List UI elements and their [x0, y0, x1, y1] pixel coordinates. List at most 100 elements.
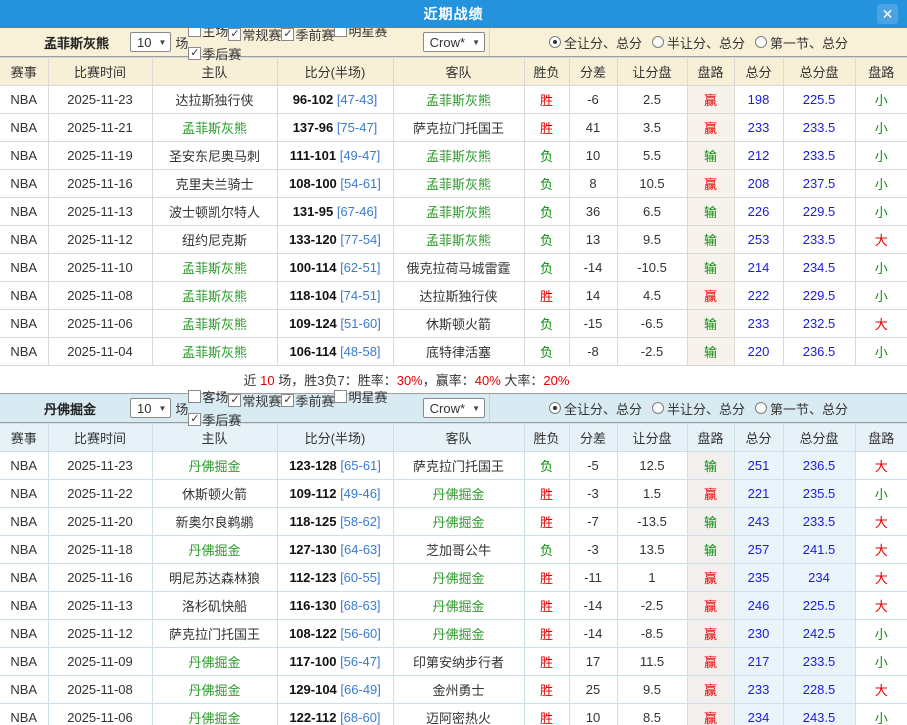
odds-company-select[interactable]: Crow* ▼	[423, 398, 485, 418]
cell-result: 负	[524, 338, 569, 366]
cell-date: 2025-11-20	[48, 508, 152, 536]
checkbox-季后赛[interactable]: ✓季后赛	[188, 410, 241, 429]
checkbox-季后赛[interactable]: ✓季后赛	[188, 44, 241, 63]
cell-over-under: 大	[855, 508, 907, 536]
cell-total-line: 232.5	[783, 310, 855, 338]
cell-point-diff: -5	[569, 452, 617, 480]
cell-away-team: 俄克拉荷马城雷霆	[393, 254, 524, 282]
cell-handicap-result: 赢	[687, 114, 734, 142]
cell-home-team: 孟菲斯灰熊	[152, 310, 277, 338]
cell-score: 131-95 [67-46]	[277, 198, 393, 226]
games-count-select[interactable]: 10 ▼	[130, 398, 171, 418]
checkbox-box[interactable]: ✓	[188, 413, 201, 426]
results-table-nuggets: 赛事比赛时间主队比分(半场)客队胜负分差让分盘盘路总分总分盘盘路 NBA2025…	[0, 423, 907, 725]
score-fulltime: 116-130	[289, 598, 336, 613]
cell-total-points: 220	[734, 338, 783, 366]
column-header: 分差	[569, 424, 617, 452]
column-header: 盘路	[855, 424, 907, 452]
games-count-suffix: 场	[175, 33, 188, 52]
cell-away-team: 孟菲斯灰熊	[393, 198, 524, 226]
odds-company-value: Crow*	[430, 401, 465, 416]
cell-over-under: 大	[855, 536, 907, 564]
cell-result: 胜	[524, 508, 569, 536]
cell-result: 胜	[524, 620, 569, 648]
cell-result: 负	[524, 170, 569, 198]
checkbox-box[interactable]: ✓	[281, 28, 294, 41]
column-header: 让分盘	[617, 58, 687, 86]
score-fulltime: 118-125	[289, 514, 336, 529]
score-fulltime: 127-130	[289, 542, 337, 557]
cell-total-line: 235.5	[783, 480, 855, 508]
score-fulltime: 106-114	[289, 344, 336, 359]
cell-handicap-line: 12.5	[617, 452, 687, 480]
column-header: 总分盘	[783, 58, 855, 86]
checkbox-box[interactable]: ✓	[281, 394, 294, 407]
cell-total-points: 208	[734, 170, 783, 198]
cell-score: 118-125 [58-62]	[277, 508, 393, 536]
cell-league: NBA	[0, 310, 48, 338]
cell-away-team: 丹佛掘金	[393, 592, 524, 620]
cell-result: 负	[524, 536, 569, 564]
cell-league: NBA	[0, 676, 48, 704]
cell-result: 负	[524, 226, 569, 254]
radio-第一节、总分[interactable]: 第一节、总分	[755, 33, 848, 52]
checkbox-label: 季后赛	[202, 410, 241, 429]
score-halftime: [60-55]	[340, 570, 380, 585]
checkbox-box[interactable]: ✓	[228, 28, 241, 41]
radio-全让分、总分[interactable]: 全让分、总分	[549, 33, 642, 52]
radio-label: 半让分、总分	[667, 33, 745, 52]
radio-第一节、总分[interactable]: 第一节、总分	[755, 399, 848, 418]
checkbox-label: 常规赛	[242, 391, 281, 410]
radio-button[interactable]	[755, 402, 767, 414]
cell-over-under: 小	[855, 86, 907, 114]
checkbox-明星赛[interactable]: 明星赛	[334, 387, 387, 406]
checkbox-box[interactable]	[188, 390, 201, 403]
radio-全让分、总分[interactable]: 全让分、总分	[549, 399, 642, 418]
cell-total-line: 233.5	[783, 508, 855, 536]
checkbox-客场[interactable]: 客场	[188, 387, 228, 406]
cell-handicap-result: 赢	[687, 620, 734, 648]
cell-away-team: 萨克拉门托国王	[393, 452, 524, 480]
cell-away-team: 休斯顿火箭	[393, 310, 524, 338]
cell-handicap-result: 赢	[687, 282, 734, 310]
cell-handicap-line: 1.5	[617, 480, 687, 508]
cell-point-diff: 41	[569, 114, 617, 142]
games-count-select[interactable]: 10 ▼	[130, 32, 171, 52]
cell-over-under: 小	[855, 198, 907, 226]
filter-left: 丹佛掘金 10 ▼ 场 客场✓常规赛✓季前赛明星赛✓季后赛 Crow* ▼	[0, 394, 490, 422]
cell-point-diff: 14	[569, 282, 617, 310]
cell-league: NBA	[0, 648, 48, 676]
checkbox-常规赛[interactable]: ✓常规赛	[228, 391, 281, 410]
column-header: 胜负	[524, 424, 569, 452]
radio-半让分、总分[interactable]: 半让分、总分	[652, 33, 745, 52]
radio-button[interactable]	[549, 402, 561, 414]
odds-company-select[interactable]: Crow* ▼	[423, 32, 485, 52]
cell-point-diff: 10	[569, 704, 617, 725]
cell-date: 2025-11-21	[48, 114, 152, 142]
table-row: NBA2025-11-12纽约尼克斯133-120 [77-54]孟菲斯灰熊负1…	[0, 226, 907, 254]
cell-handicap-result: 赢	[687, 480, 734, 508]
checkbox-box[interactable]: ✓	[188, 47, 201, 60]
cell-point-diff: 25	[569, 676, 617, 704]
cell-total-line: 234	[783, 564, 855, 592]
close-button[interactable]: ✕	[877, 4, 898, 24]
cell-handicap-result: 赢	[687, 592, 734, 620]
score-halftime: [66-49]	[340, 682, 380, 697]
cell-date: 2025-11-18	[48, 536, 152, 564]
checkbox-box[interactable]	[334, 390, 347, 403]
radio-button[interactable]	[652, 402, 664, 414]
cell-total-points: 198	[734, 86, 783, 114]
radio-button[interactable]	[755, 36, 767, 48]
cell-total-line: 225.5	[783, 592, 855, 620]
checkbox-box[interactable]: ✓	[228, 394, 241, 407]
radio-半让分、总分[interactable]: 半让分、总分	[652, 399, 745, 418]
cell-league: NBA	[0, 198, 48, 226]
checkbox-季前赛[interactable]: ✓季前赛	[281, 391, 334, 410]
cell-handicap-result: 输	[687, 254, 734, 282]
radio-label: 第一节、总分	[770, 399, 848, 418]
cell-point-diff: -14	[569, 620, 617, 648]
radio-button[interactable]	[549, 36, 561, 48]
radio-button[interactable]	[652, 36, 664, 48]
cell-away-team: 萨克拉门托国王	[393, 114, 524, 142]
score-fulltime: 118-104	[289, 288, 336, 303]
